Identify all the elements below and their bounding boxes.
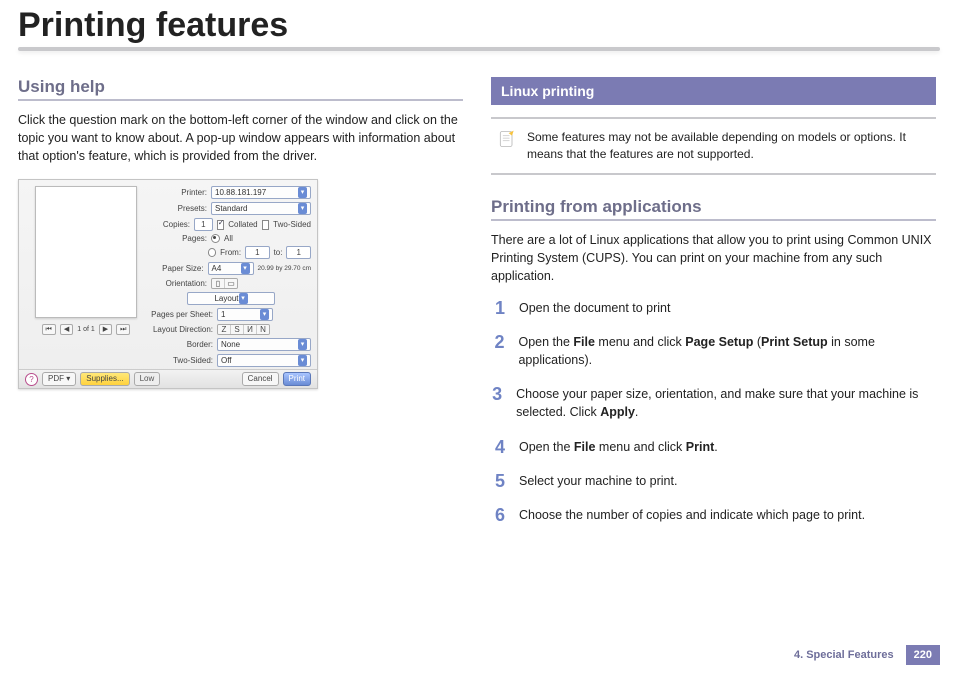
note-icon: [497, 129, 517, 149]
note-text: Some features may not be available depen…: [527, 129, 930, 163]
paper-select[interactable]: A4▾: [208, 262, 254, 275]
twosided-chk-label: Two-Sided: [273, 220, 311, 229]
collated-checkbox[interactable]: [217, 220, 225, 230]
step-text: Open the document to print: [519, 299, 670, 317]
step-row: 1 Open the document to print: [491, 299, 936, 317]
help-icon[interactable]: ?: [25, 373, 38, 386]
printer-label: Printer:: [151, 188, 207, 197]
collated-label: Collated: [228, 220, 257, 229]
step-row: 6 Choose the number of copies and indicat…: [491, 506, 936, 524]
pager-controls: ⏮ ◀ 1 of 1 ▶ ⏭: [27, 324, 145, 335]
footer-page-number: 220: [906, 645, 940, 665]
section-select[interactable]: Layout▾: [187, 292, 275, 305]
heading-rule: [18, 99, 463, 101]
to-input[interactable]: 1: [286, 246, 311, 259]
landscape-icon: ▭: [225, 279, 237, 288]
step-text: Open the File menu and click Page Setup …: [518, 333, 936, 369]
step-number: 3: [491, 385, 502, 403]
pdf-button[interactable]: PDF ▾: [42, 372, 76, 386]
pager-last-icon[interactable]: ⏭: [116, 324, 130, 335]
pages-all-label: All: [224, 234, 233, 243]
portrait-icon: ▯: [212, 279, 225, 288]
twosided-checkbox[interactable]: [262, 220, 270, 230]
using-help-body: Click the question mark on the bottom-le…: [18, 111, 463, 165]
page-preview: [35, 186, 137, 318]
pager-prev-icon[interactable]: ◀: [60, 324, 73, 335]
pages-from-radio[interactable]: [208, 248, 217, 257]
step-number: 5: [491, 472, 505, 490]
low-button[interactable]: Low: [134, 372, 161, 386]
pps-label: Pages per Sheet:: [151, 310, 213, 319]
paper-label: Paper Size:: [151, 264, 204, 273]
layoutdir-segmented[interactable]: ZSИN: [217, 324, 270, 335]
orientation-segmented[interactable]: ▯▭: [211, 278, 238, 289]
step-text: Select your machine to print.: [519, 472, 677, 490]
dialog-preview-pane: ⏮ ◀ 1 of 1 ▶ ⏭: [27, 186, 145, 335]
step-row: 4 Open the File menu and click Print.: [491, 438, 936, 456]
step-number: 4: [491, 438, 505, 456]
twosided-select[interactable]: Off▾: [217, 354, 311, 367]
paper-dimensions: 20.99 by 29.70 cm: [258, 265, 311, 272]
linux-printing-heading: Linux printing: [491, 77, 936, 105]
step-text: Choose your paper size, orientation, and…: [516, 385, 936, 421]
from-input[interactable]: 1: [245, 246, 270, 259]
step-row: 5 Select your machine to print.: [491, 472, 936, 490]
heading-rule: [491, 219, 936, 221]
pages-all-radio[interactable]: [211, 234, 220, 243]
pps-select[interactable]: 1▾: [217, 308, 273, 321]
page-title: Printing features: [0, 0, 954, 47]
step-number: 6: [491, 506, 505, 524]
presets-select[interactable]: Standard▾: [211, 202, 311, 215]
note-block: Some features may not be available depen…: [491, 117, 936, 175]
step-number: 2: [491, 333, 504, 351]
from-label: From:: [220, 248, 241, 257]
print-button[interactable]: Print: [283, 372, 311, 386]
pager-next-icon[interactable]: ▶: [99, 324, 112, 335]
using-help-heading: Using help: [18, 77, 463, 97]
left-column: Using help Click the question mark on th…: [18, 71, 463, 540]
printing-from-apps-intro: There are a lot of Linux applications th…: [491, 231, 936, 285]
dialog-options: Printer: 10.88.181.197▾ Presets: Standar…: [151, 186, 311, 383]
step-row: 2 Open the File menu and click Page Setup…: [491, 333, 936, 369]
supplies-button[interactable]: Supplies...: [80, 372, 129, 386]
copies-input[interactable]: 1: [194, 218, 213, 231]
pager-first-icon[interactable]: ⏮: [42, 324, 56, 335]
printing-from-apps-heading: Printing from applications: [491, 197, 936, 217]
step-row: 3 Choose your paper size, orientation, an…: [491, 385, 936, 421]
step-text: Open the File menu and click Print.: [519, 438, 718, 456]
steps-list: 1 Open the document to print 2 Open the Fil…: [491, 299, 936, 524]
twosided-label: Two-Sided:: [151, 356, 213, 365]
dialog-bottom-bar: ? PDF ▾ Supplies... Low Cancel Print: [19, 369, 317, 388]
step-text: Choose the number of copies and indicate…: [519, 506, 865, 524]
print-dialog-screenshot: ⏮ ◀ 1 of 1 ▶ ⏭ Printer: 10.88.181.197▾ P…: [18, 179, 318, 389]
border-select[interactable]: None▾: [217, 338, 311, 351]
content-columns: Using help Click the question mark on th…: [0, 51, 954, 540]
border-label: Border:: [151, 340, 213, 349]
pages-label: Pages:: [151, 234, 207, 243]
cancel-button[interactable]: Cancel: [242, 372, 279, 386]
right-column: Linux printing Some features may not be …: [491, 71, 936, 540]
printer-select[interactable]: 10.88.181.197▾: [211, 186, 311, 199]
copies-label: Copies:: [151, 220, 190, 229]
presets-label: Presets:: [151, 204, 207, 213]
to-label: to:: [274, 248, 283, 257]
page-footer: 4. Special Features 220: [788, 645, 940, 665]
step-number: 1: [491, 299, 505, 317]
footer-chapter: 4. Special Features: [788, 645, 900, 665]
pager-text: 1 of 1: [77, 326, 95, 333]
orientation-label: Orientation:: [151, 279, 207, 288]
layoutdir-label: Layout Direction:: [151, 325, 213, 334]
